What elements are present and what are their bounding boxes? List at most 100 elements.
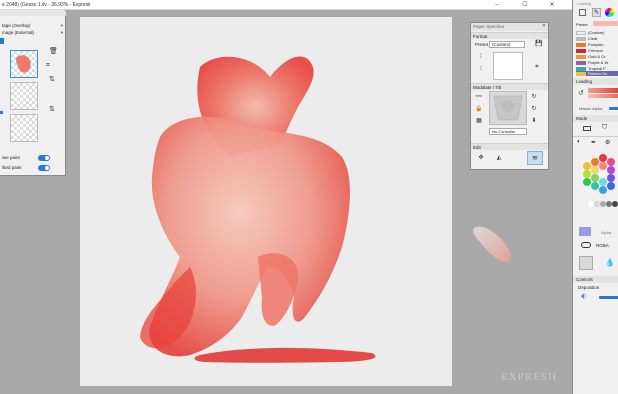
grid-icon[interactable]: ▦ [475, 117, 483, 125]
eyedropper-icon[interactable]: ✒ [591, 139, 596, 146]
layer-row-overlay[interactable]: tage (Overlay) ▾ [0, 22, 66, 29]
swap-icon[interactable]: ⇅ [49, 76, 55, 84]
tilt-preview-graphic [493, 95, 523, 121]
paint-stroke [258, 253, 299, 326]
tilt-preview[interactable] [489, 91, 527, 125]
mode-section-header[interactable]: Mode [573, 115, 618, 122]
option-row-dried-paint: itted paint [0, 164, 66, 171]
preset-name: Purple & W [588, 60, 609, 65]
layer-row-external[interactable]: mage (External) ▾ [0, 29, 66, 36]
transform-icon[interactable]: ⌗ [46, 62, 50, 70]
chevron-down-icon[interactable]: ▾ [61, 22, 63, 29]
reset-icon[interactable]: ↺ [578, 89, 584, 97]
toggle-switch[interactable] [38, 155, 50, 161]
rect-mode-icon[interactable] [583, 126, 591, 131]
chevron-down-icon[interactable]: ▾ [61, 29, 63, 36]
layers-panel-header [0, 11, 66, 16]
preset-color-bar [593, 21, 618, 26]
deposition-icon[interactable]: ⬖ [581, 292, 586, 300]
swap-icon[interactable]: ⇅ [49, 106, 55, 114]
section-label: Edit [473, 145, 481, 150]
brush-mode-icon[interactable] [579, 9, 586, 16]
preset-item[interactable]: Clear [576, 36, 618, 41]
preset-name: Crimson [588, 48, 603, 53]
paper-texture-preview [493, 52, 523, 80]
preset-name: Pumpkin [588, 42, 604, 47]
controls-section-header[interactable]: Controls [573, 276, 618, 283]
controller-select-value: No Controller [492, 129, 516, 134]
divider [573, 136, 618, 137]
close-icon[interactable]: ✕ [542, 23, 546, 29]
section-label: Loading [576, 79, 593, 84]
painting [140, 56, 376, 363]
layer-thumbnail[interactable] [10, 114, 38, 142]
preset-item[interactable]: (Custom) [576, 30, 618, 35]
crop-icon[interactable]: ⌗ [533, 63, 541, 71]
color-wheel[interactable] [581, 148, 618, 210]
preset-item-selected[interactable]: Rubber Du [576, 71, 618, 76]
lock-icon[interactable]: 🔒 [475, 105, 483, 113]
preset-item[interactable]: Pumpkin [576, 42, 618, 47]
current-color-swatch[interactable] [579, 227, 591, 236]
layers-stack-button[interactable]: ≋ [527, 151, 543, 165]
preset-name: (Custom) [588, 30, 605, 35]
pen-icon[interactable]: ✎ [592, 8, 601, 17]
section-label: Format [473, 34, 488, 39]
rgba-toggle[interactable] [581, 242, 591, 248]
color-wheel-icon[interactable] [605, 8, 614, 17]
minimize-button[interactable]: – [492, 1, 502, 9]
preset-name: Clear [588, 36, 598, 41]
option-label: iwe paint [2, 155, 20, 160]
glasses-icon[interactable]: 👓 [475, 93, 483, 101]
section-label: Controls [576, 277, 593, 282]
master-alpha-label: Master Alpha [579, 106, 603, 111]
flip-icon[interactable]: ◭ [495, 154, 503, 162]
dots-icon[interactable]: ⁝ [477, 65, 485, 73]
grid-icon[interactable]: ⁞ [477, 53, 485, 61]
rgba-label: RGBA [596, 243, 609, 248]
maximize-button[interactable]: ☐ [520, 1, 530, 9]
modulate-tilt-section-header[interactable]: Modulate / Tilt [471, 83, 548, 90]
edit-section-header[interactable]: Edit [471, 143, 548, 150]
canvas[interactable] [80, 17, 452, 386]
preset-item[interactable]: Gold & Cr [576, 54, 618, 59]
rotate-icon[interactable]: ↻ [530, 93, 538, 101]
water-drop-icon[interactable]: 💧 [605, 258, 615, 267]
preset-item[interactable]: Purple & W [576, 60, 618, 65]
brush-cursor-preview [473, 226, 511, 263]
gear-icon[interactable]: ⚙ [605, 139, 610, 146]
drop-icon[interactable]: ◐ [577, 139, 581, 145]
master-alpha-slider[interactable] [609, 107, 618, 110]
download-icon[interactable]: ⬇ [530, 117, 538, 125]
preset-name: Gold & Cr [588, 54, 606, 59]
layer-row-label: tage (Overlay) [2, 23, 31, 28]
loading-section-header[interactable]: Loading [573, 78, 618, 85]
loading-color-bar[interactable] [588, 88, 618, 93]
deposition-slider[interactable] [599, 296, 618, 299]
close-button[interactable]: ✕ [547, 1, 557, 9]
brush-panel: Loading ✎ Preset (Custom) Clear Pumpkin … [572, 0, 618, 394]
section-label: Modulate / Tilt [473, 85, 502, 90]
paper-preview-button[interactable] [579, 256, 593, 270]
move-icon[interactable]: ✥ [477, 154, 485, 162]
controller-select[interactable]: No Controller [489, 128, 527, 135]
trash-icon[interactable]: 🗑 [49, 48, 58, 56]
format-section-header[interactable]: Format [471, 32, 548, 39]
alpha-label: Alpha [601, 230, 612, 235]
rotate-icon[interactable]: ↻ [530, 105, 538, 113]
paper-specifics-panel: Paper Specifics ✕ Format Preset (Custom)… [470, 22, 549, 170]
layer-thumbnail-preview [15, 55, 31, 73]
preset-item[interactable]: Crimson [576, 48, 618, 53]
save-icon[interactable]: 💾 [535, 40, 543, 48]
layers-panel: tage (Overlay) ▾ mage (External) ▾ 🗑 ⌗ ⇅… [0, 10, 66, 176]
layers-icon: ≋ [532, 155, 538, 162]
layer-indicator [0, 111, 3, 114]
brush-tip-icon[interactable]: ⛉ [602, 124, 607, 132]
toggle-switch[interactable] [38, 165, 50, 171]
preset-select-value: (Custom) [492, 42, 511, 47]
loading-color-bar[interactable] [588, 94, 618, 98]
preset-select[interactable]: (Custom) [489, 41, 525, 48]
option-label: itted paint [2, 165, 22, 170]
layer-thumbnail[interactable] [10, 82, 38, 110]
layer-thumbnail-active[interactable] [10, 50, 38, 78]
